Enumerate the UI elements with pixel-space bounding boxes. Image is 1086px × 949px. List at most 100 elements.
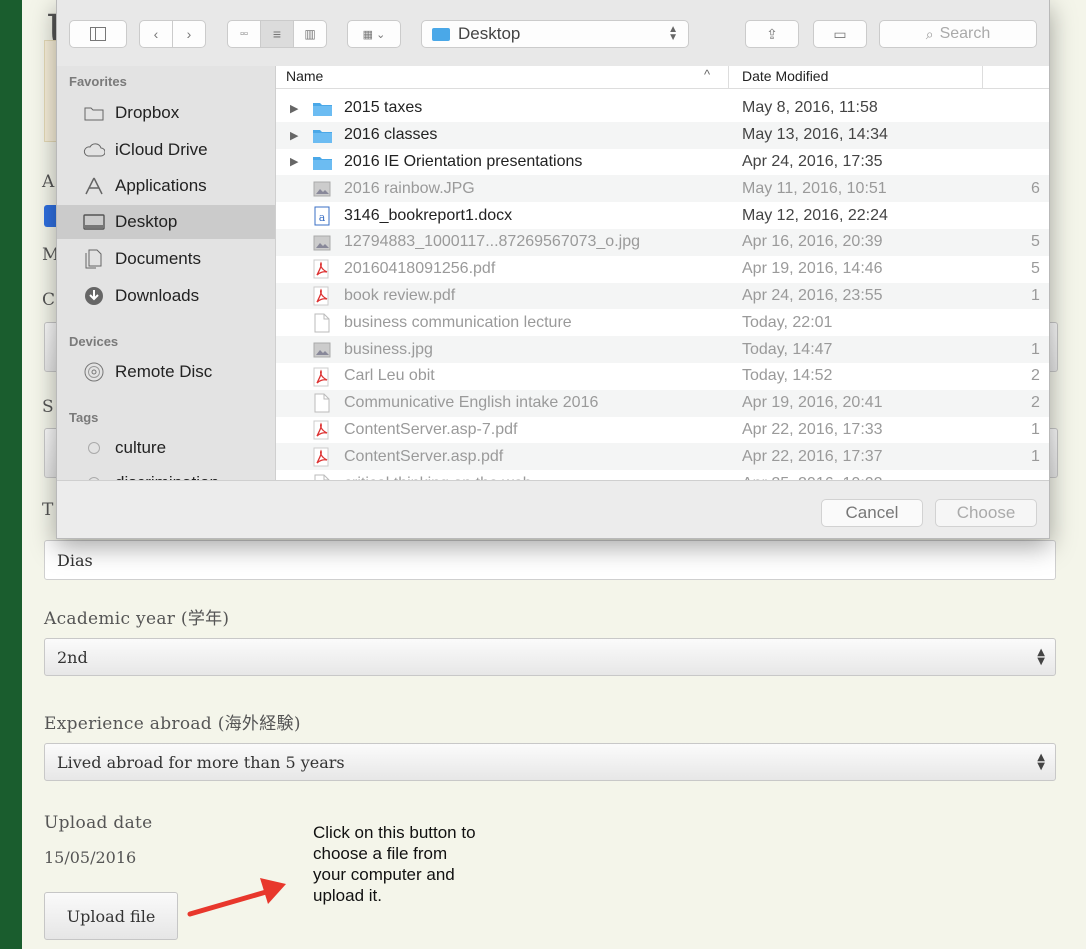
search-placeholder: Search [939, 25, 991, 42]
upload-file-button[interactable]: Upload file [44, 892, 178, 940]
name-column-header[interactable]: Name [286, 68, 323, 84]
table-row[interactable]: 12794883_1000117...87269567073_o.jpg Apr … [276, 229, 1049, 256]
file-size: 6 [1031, 179, 1040, 197]
table-row[interactable]: ContentServer.asp.pdf Apr 22, 2016, 17:37… [276, 443, 1049, 471]
file-name: Carl Leu obit [344, 367, 435, 385]
sidebar-item-label: discrimination [115, 473, 219, 480]
file-date: May 11, 2016, 10:51 [742, 179, 887, 197]
favorites-heading: Favorites [69, 74, 127, 89]
sort-ascending-icon: ^ [704, 67, 711, 82]
arrange-button[interactable]: ▦ ⌄ [347, 20, 401, 48]
applications-icon [81, 177, 107, 195]
disclosure-triangle-icon[interactable]: ▶ [290, 102, 298, 115]
file-name: 2016 rainbow.JPG [344, 179, 475, 197]
file-name: ContentServer.asp-7.pdf [344, 420, 518, 438]
label-fragment-t: T [42, 500, 54, 520]
upload-date-label: Upload date [44, 813, 153, 833]
select-arrows-icon: ▲ ▼ [1037, 647, 1045, 667]
column-header: Name ^ Date Modified [276, 66, 1049, 89]
academic-year-select[interactable]: 2nd ▲ ▼ [44, 638, 1056, 676]
sidebar-item-label: Documents [115, 249, 201, 268]
pdf-file-icon [312, 420, 332, 440]
share-button[interactable]: ⇪ [745, 20, 799, 48]
sidebar-item-label: iCloud Drive [115, 140, 208, 159]
file-size: 1 [1031, 420, 1040, 438]
back-button[interactable]: ‹ [139, 20, 173, 48]
icon-view-button[interactable]: ▫▫ [227, 20, 261, 48]
table-row[interactable]: ContentServer.asp-7.pdf Apr 22, 2016, 17:… [276, 417, 1049, 444]
sidebar-item-desktop[interactable]: Desktop [57, 205, 275, 239]
tag-icon: ▭ [833, 25, 847, 42]
list-view-icon: ≡ [272, 26, 282, 42]
table-row[interactable]: Carl Leu obit Today, 14:52 2 [276, 363, 1049, 390]
image-file-icon [312, 234, 332, 251]
sidebar-toggle-button[interactable] [69, 20, 127, 48]
table-row[interactable]: ▶ 2015 taxes May 8, 2016, 11:58 [276, 95, 1049, 122]
folder-file-icon [312, 127, 332, 144]
list-view-button[interactable]: ≡ [260, 20, 294, 48]
column-divider [982, 66, 983, 88]
tag-button[interactable]: ▭ [813, 20, 867, 48]
file-date: Apr 24, 2016, 17:35 [742, 152, 883, 170]
file-size: 5 [1031, 260, 1040, 278]
sidebar-item-remote-disc[interactable]: Remote Disc [57, 355, 275, 389]
sidebar-item-documents[interactable]: Documents [57, 242, 275, 276]
file-name: book review.pdf [344, 286, 456, 304]
disclosure-triangle-icon[interactable]: ▶ [290, 129, 298, 142]
arrow-annotation-icon [187, 878, 286, 917]
tag-circle-icon [81, 441, 107, 455]
label-fragment-a: A [42, 172, 55, 192]
chevron-left-icon: ‹ [153, 26, 159, 42]
sidebar-item-dropbox[interactable]: Dropbox [57, 96, 275, 130]
sidebar-item-tag-discrimination[interactable]: discrimination [57, 466, 275, 480]
file-name: Communicative English intake 2016 [344, 394, 599, 412]
disclosure-triangle-icon[interactable]: ▶ [290, 155, 298, 168]
table-row[interactable]: a 3146_bookreport1.docx May 12, 2016, 22:2… [276, 202, 1049, 229]
sidebar-item-label: Dropbox [115, 103, 180, 122]
date-column-header[interactable]: Date Modified [742, 68, 828, 84]
file-size: 5 [1031, 233, 1040, 251]
table-row[interactable]: 2016 rainbow.JPG May 11, 2016, 10:51 6 [276, 175, 1049, 203]
file-size: 1 [1031, 286, 1040, 304]
file-date: May 8, 2016, 11:58 [742, 99, 878, 117]
table-row[interactable]: Communicative English intake 2016 Apr 19,… [276, 389, 1049, 417]
select-arrows-icon: ▲ ▼ [1037, 752, 1045, 772]
folder-icon [81, 105, 107, 121]
sidebar-item-icloud[interactable]: iCloud Drive [57, 133, 275, 167]
table-row[interactable]: ▶ 2016 IE Orientation presentations Apr 24… [276, 149, 1049, 176]
location-popup[interactable]: Desktop ▲ ▼ [421, 20, 689, 48]
file-list[interactable]: Name ^ Date Modified ▶ 2015 taxes May 8, 2… [276, 66, 1049, 480]
documents-icon [81, 249, 107, 269]
table-row[interactable]: business.jpg Today, 14:47 1 [276, 336, 1049, 363]
svg-text:a: a [319, 211, 326, 224]
experience-abroad-label: Experience abroad (海外経験) [44, 714, 301, 734]
table-row[interactable]: critical thinking on the webApr 25, 2016… [276, 470, 1049, 480]
sidebar-item-applications[interactable]: Applications [57, 169, 275, 203]
forward-button[interactable]: › [172, 20, 206, 48]
table-row[interactable]: ▶ 2016 classes May 13, 2016, 14:34 [276, 121, 1049, 149]
folder-file-icon [312, 154, 332, 171]
grid-view-icon: ▫▫ [240, 28, 248, 40]
cancel-button[interactable]: Cancel [821, 499, 923, 527]
dialog-sidebar: Favorites Dropbox iCloud Drive Applicati… [57, 66, 276, 480]
share-icon: ⇪ [766, 25, 778, 42]
column-view-button[interactable]: ▥ [293, 20, 327, 48]
experience-abroad-select[interactable]: Lived abroad for more than 5 years ▲ ▼ [44, 743, 1056, 781]
search-field[interactable]: ⌕ Search [879, 20, 1037, 48]
name-input[interactable]: Dias [44, 540, 1056, 580]
tags-heading: Tags [69, 410, 99, 425]
label-fragment-c: C [42, 290, 56, 310]
sidebar-item-downloads[interactable]: Downloads [57, 279, 275, 313]
callout-text: Click on this button to choose a file fr… [313, 823, 476, 905]
image-file-icon [312, 341, 332, 358]
choose-button[interactable]: Choose [935, 499, 1037, 527]
column-view-icon: ▥ [304, 27, 316, 41]
docx-file-icon: a [312, 206, 332, 226]
sidebar-item-tag-culture[interactable]: culture [57, 431, 275, 465]
file-size: 1 [1031, 447, 1040, 465]
table-row[interactable]: business communication lecture Today, 22:… [276, 309, 1049, 336]
table-row[interactable]: 20160418091256.pdf Apr 19, 2016, 14:46 5 [276, 256, 1049, 283]
cloud-icon [81, 143, 107, 157]
file-date: Today, 22:01 [742, 313, 833, 331]
table-row[interactable]: book review.pdf Apr 24, 2016, 23:55 1 [276, 282, 1049, 310]
